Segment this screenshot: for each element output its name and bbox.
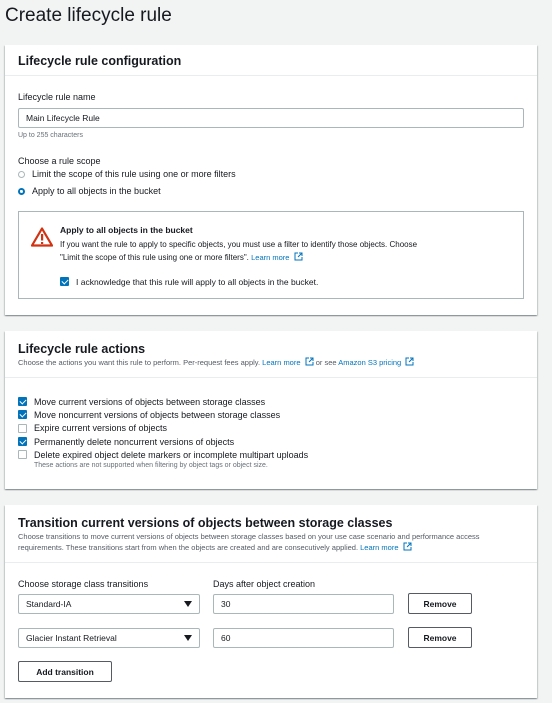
rule-actions-panel: Lifecycle rule actions Choose the action…: [5, 331, 537, 489]
storage-class-value: Glacier Instant Retrieval: [26, 633, 117, 643]
days-value: 60: [221, 633, 231, 643]
action-delete-noncurrent[interactable]: Permanently delete noncurrent versions o…: [18, 435, 308, 448]
acknowledge-checkbox[interactable]: [60, 277, 69, 287]
checkbox[interactable]: [18, 423, 27, 433]
description-line: Choose transitions to move current versi…: [18, 532, 480, 541]
panel-description: Choose transitions to move current versi…: [18, 531, 533, 554]
remove-button[interactable]: Remove: [408, 627, 472, 648]
divider: [5, 377, 537, 378]
panel-title: Lifecycle rule configuration: [18, 54, 182, 68]
rule-configuration-panel: Lifecycle rule configuration Lifecycle r…: [5, 45, 537, 315]
checkbox-checked[interactable]: [18, 397, 27, 407]
scope-option-label: Apply to all objects in the bucket: [32, 186, 161, 196]
acknowledge-checkbox-row[interactable]: I acknowledge that this rule will apply …: [60, 275, 318, 288]
divider: [5, 75, 537, 76]
alert-body-line: If you want the rule to apply to specifi…: [60, 240, 418, 249]
remove-button[interactable]: Remove: [408, 593, 472, 614]
description-text: Choose the actions you want this rule to…: [18, 358, 261, 367]
learn-more-link[interactable]: Learn more: [262, 357, 316, 369]
caret-down-icon: [184, 601, 192, 607]
rule-name-value: Main Lifecycle Rule: [26, 113, 100, 123]
radio-button-selected[interactable]: [18, 187, 25, 195]
days-value: 30: [221, 599, 231, 609]
pricing-link-label: Amazon S3 pricing: [338, 358, 402, 367]
actions-list: Move current versions of objects between…: [18, 395, 308, 469]
add-transition-button[interactable]: Add transition: [18, 661, 112, 682]
description-line-2: requirements. These transitions start fr…: [18, 542, 533, 554]
alert-body-line-2: "Limit the scope of this rule using one …: [60, 251, 500, 265]
action-move-noncurrent[interactable]: Move noncurrent versions of objects betw…: [18, 408, 308, 421]
learn-more-label: Learn more: [262, 358, 301, 367]
panel-header: Lifecycle rule configuration: [18, 54, 181, 68]
storage-class-select[interactable]: Standard-IA: [18, 594, 200, 614]
rule-name-hint: Up to 255 characters: [18, 132, 83, 139]
alert-title: Apply to all objects in the bucket: [60, 225, 193, 235]
divider: [5, 562, 537, 563]
external-link-icon: [403, 542, 412, 554]
radio-button[interactable]: [18, 170, 25, 178]
action-label: Expire current versions of objects: [34, 423, 168, 434]
days-column-label: Days after object creation: [213, 579, 316, 589]
remove-label: Remove: [423, 632, 457, 643]
alert-body: If you want the rule to apply to specifi…: [60, 238, 500, 265]
storage-class-value: Standard-IA: [26, 599, 72, 609]
learn-more-link[interactable]: Learn more: [251, 252, 303, 265]
warning-triangle-icon: [30, 227, 54, 252]
storage-class-column-label: Choose storage class transitions: [18, 579, 149, 589]
action-expire-current[interactable]: Expire current versions of objects: [18, 422, 308, 435]
add-transition-label: Add transition: [36, 666, 94, 677]
transition-panel: Transition current versions of objects b…: [5, 505, 537, 698]
external-link-icon: [294, 252, 303, 265]
days-input[interactable]: 60: [213, 628, 394, 648]
action-label: Move current versions of objects between…: [34, 396, 266, 407]
panel-title: Transition current versions of objects b…: [18, 516, 393, 530]
action-delete-markers[interactable]: Delete expired object delete markers or …: [18, 448, 308, 461]
learn-more-label: Learn more: [360, 543, 399, 552]
warning-alert: Apply to all objects in the bucket If yo…: [18, 211, 524, 299]
external-link-icon: [305, 357, 314, 369]
checkbox-checked[interactable]: [18, 437, 27, 447]
action-label: Move noncurrent versions of objects betw…: [34, 409, 281, 420]
scope-option-all-objects[interactable]: Apply to all objects in the bucket: [18, 183, 161, 199]
action-label: Delete expired object delete markers or …: [34, 449, 309, 460]
or-see-text: or see: [315, 358, 337, 367]
rule-name-label: Lifecycle rule name: [18, 92, 96, 102]
learn-more-label: Learn more: [251, 253, 290, 262]
panel-description: Choose the actions you want this rule to…: [18, 357, 414, 369]
learn-more-link[interactable]: Learn more: [360, 542, 412, 554]
pricing-link[interactable]: Amazon S3 pricing: [338, 357, 414, 369]
action-move-current[interactable]: Move current versions of objects between…: [18, 395, 308, 408]
acknowledge-label: I acknowledge that this rule will apply …: [76, 276, 319, 287]
external-link-icon: [405, 357, 414, 369]
storage-class-select[interactable]: Glacier Instant Retrieval: [18, 628, 200, 648]
checkbox-checked[interactable]: [18, 410, 27, 420]
checkbox[interactable]: [18, 450, 27, 460]
page-title: Create lifecycle rule: [5, 5, 172, 26]
actions-note: These actions are not supported when fil…: [34, 462, 268, 470]
description-text: requirements. These transitions start fr…: [18, 543, 359, 552]
days-input[interactable]: 30: [213, 594, 394, 614]
scope-option-filter[interactable]: Limit the scope of this rule using one o…: [18, 166, 236, 182]
caret-down-icon: [184, 635, 192, 641]
action-label: Permanently delete noncurrent versions o…: [34, 436, 235, 447]
rule-name-input[interactable]: Main Lifecycle Rule: [18, 108, 524, 128]
panel-title: Lifecycle rule actions: [18, 342, 146, 356]
remove-label: Remove: [423, 598, 457, 609]
scope-option-label: Limit the scope of this rule using one o…: [32, 169, 236, 179]
alert-body-text: "Limit the scope of this rule using one …: [60, 253, 249, 262]
scope-label: Choose a rule scope: [18, 156, 101, 166]
